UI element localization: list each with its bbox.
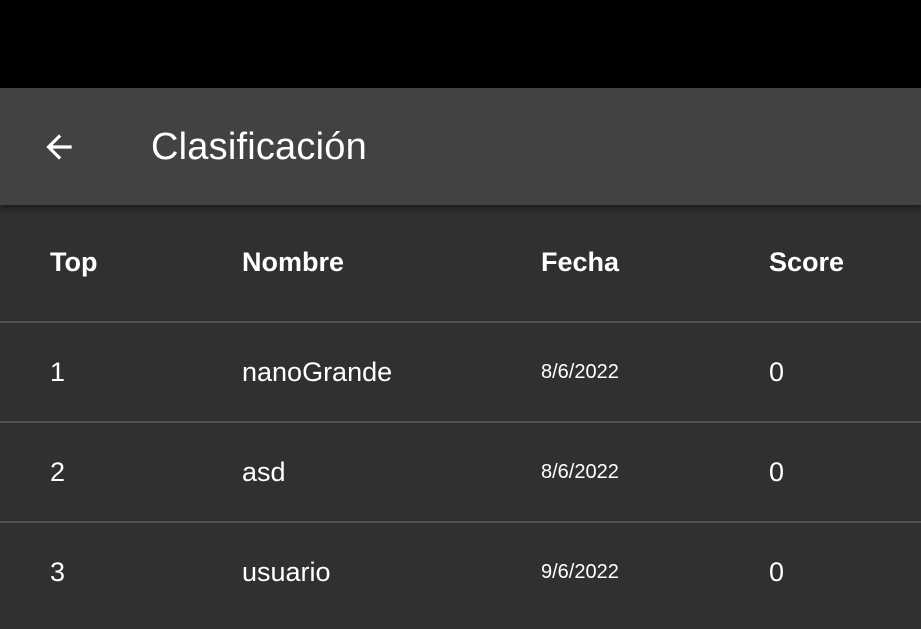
cell-name: nanoGrande xyxy=(242,357,393,387)
cell-date: 8/6/2022 xyxy=(541,361,619,383)
column-header-name[interactable]: Nombre xyxy=(242,245,344,279)
cell-score: 0 xyxy=(769,457,785,487)
leaderboard-table: Top Nombre Fecha Score 1 nanoGrande 8/6/… xyxy=(0,205,921,629)
column-header-date[interactable]: Fecha xyxy=(541,245,619,279)
table-row: 3 usuario 9/6/2022 0 xyxy=(0,523,921,629)
table-row: 1 nanoGrande 8/6/2022 0 xyxy=(0,323,921,422)
cell-top: 1 xyxy=(50,357,66,387)
cell-name: asd xyxy=(242,457,286,487)
cell-top: 3 xyxy=(50,557,66,587)
cell-top: 2 xyxy=(50,457,66,487)
back-button[interactable] xyxy=(24,116,94,178)
column-header-score[interactable]: Score xyxy=(769,245,844,279)
table-row: 2 asd 8/6/2022 0 xyxy=(0,423,921,522)
table-header-row: Top Nombre Fecha Score xyxy=(0,205,921,322)
arrow-back-icon xyxy=(40,128,78,166)
status-bar xyxy=(0,0,921,88)
cell-score: 0 xyxy=(769,357,785,387)
app-bar: Clasificación xyxy=(0,88,921,205)
cell-date: 8/6/2022 xyxy=(541,461,619,483)
cell-score: 0 xyxy=(769,557,785,587)
cell-date: 9/6/2022 xyxy=(541,561,619,583)
page-title: Clasificación xyxy=(151,126,367,168)
column-header-top[interactable]: Top xyxy=(50,245,97,279)
cell-name: usuario xyxy=(242,557,331,587)
